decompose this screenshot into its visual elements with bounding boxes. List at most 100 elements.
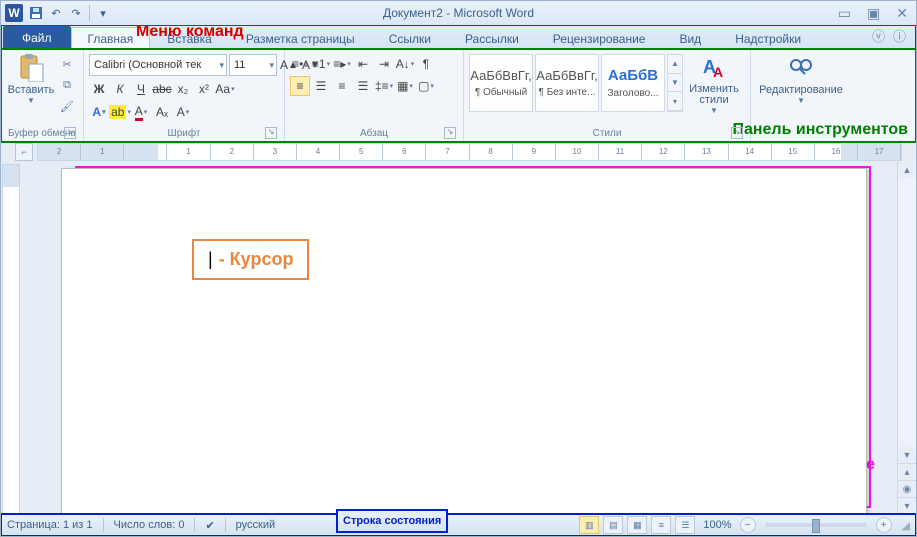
styles-launcher-icon[interactable]: ↘ xyxy=(731,127,743,139)
scroll-up-icon[interactable]: ▲ xyxy=(898,162,916,178)
editing-button[interactable]: Редактирование ▼ xyxy=(756,52,846,105)
annotation-status: Строка состояния xyxy=(337,510,447,532)
quick-access-toolbar: ↶ ↷ ▾ xyxy=(27,4,112,22)
line-spacing-button[interactable]: ‡≡ xyxy=(374,76,394,96)
vertical-ruler-area xyxy=(1,162,21,514)
font-launcher-icon[interactable]: ↘ xyxy=(265,127,277,139)
zoom-in-button[interactable]: + xyxy=(876,517,892,533)
font-size-combo[interactable]: 11 xyxy=(229,54,277,76)
help-icon[interactable]: ⓘ xyxy=(893,26,906,45)
status-page[interactable]: Страница: 1 из 1 xyxy=(7,519,93,531)
style-normal[interactable]: АаБбВвГг,¶ Обычный xyxy=(469,54,533,112)
next-page-icon[interactable]: ▾ xyxy=(898,497,916,514)
change-case-button[interactable]: Aa xyxy=(215,79,235,99)
redo-icon[interactable]: ↷ xyxy=(67,4,85,22)
tab-review[interactable]: Рецензирование xyxy=(536,27,663,49)
shading-button[interactable]: ▦ xyxy=(395,76,415,96)
svg-text:A: A xyxy=(713,64,723,80)
vertical-ruler[interactable] xyxy=(2,164,20,514)
decrease-indent-icon[interactable]: ⇤ xyxy=(353,54,373,74)
close-button[interactable]: ✕ xyxy=(896,5,908,22)
maximize-button[interactable]: ▣ xyxy=(867,5,880,22)
format-painter-icon[interactable]: 🖌 xyxy=(58,97,76,115)
align-right-icon[interactable]: ≡ xyxy=(332,76,352,96)
strikethrough-button[interactable]: abc xyxy=(152,79,172,99)
ribbon-panel: Панель инструментов Вставить ▼ ✂ ⧉ 🖌 Буф… xyxy=(1,49,916,142)
tab-mailings[interactable]: Рассылки xyxy=(448,27,536,49)
char-border-button[interactable]: A xyxy=(173,102,193,122)
tab-insert[interactable]: Вставка xyxy=(150,27,229,49)
paste-button[interactable]: Вставить ▼ xyxy=(6,52,56,105)
clear-formatting-icon[interactable]: Aₓ xyxy=(152,102,172,122)
justify-icon[interactable]: ☰ xyxy=(353,76,373,96)
title-bar: W ↶ ↷ ▾ Документ2 - Microsoft Word ▭ ▣ ✕ xyxy=(1,1,916,25)
undo-icon[interactable]: ↶ xyxy=(47,4,65,22)
show-marks-icon[interactable]: ¶ xyxy=(416,54,436,74)
underline-button[interactable]: Ч xyxy=(131,79,151,99)
vertical-scrollbar[interactable]: ▲ ▼ ▴ ◉ ▾ xyxy=(897,162,916,514)
bullets-button[interactable]: ≡• xyxy=(290,54,310,74)
style-heading1[interactable]: АаБбВЗаголово... xyxy=(601,54,665,112)
italic-button[interactable]: К xyxy=(110,79,130,99)
tab-references[interactable]: Ссылки xyxy=(372,27,448,49)
sort-button[interactable]: A↓ xyxy=(395,54,415,74)
minimize-button[interactable]: ▭ xyxy=(838,5,851,22)
change-styles-button[interactable]: AA Изменить стили ▼ xyxy=(683,52,745,115)
qat-customize-icon[interactable]: ▾ xyxy=(94,4,112,22)
style-no-spacing[interactable]: АаБбВвГг,¶ Без инте... xyxy=(535,54,599,112)
view-print-layout-icon[interactable]: ▥ xyxy=(579,516,599,534)
tab-view[interactable]: Вид xyxy=(662,27,718,49)
text-effects-button[interactable]: A xyxy=(89,102,109,122)
tab-addins[interactable]: Надстройки xyxy=(718,27,818,49)
document-area: Рабочее поле | - Курсор ▲ ▼ ▴ ◉ ▾ xyxy=(1,162,916,514)
align-center-icon[interactable]: ☰ xyxy=(311,76,331,96)
cut-icon[interactable]: ✂ xyxy=(58,55,76,73)
ruler-area: ⌐ 211234567891011121314151617 xyxy=(1,142,916,162)
horizontal-ruler[interactable]: 211234567891011121314151617 xyxy=(37,143,902,161)
tab-selector-icon[interactable]: ⌐ xyxy=(15,143,33,161)
paragraph-launcher-icon[interactable]: ↘ xyxy=(444,127,456,139)
subscript-button[interactable]: x₂ xyxy=(173,79,193,99)
borders-button[interactable]: ▢ xyxy=(416,76,436,96)
app-window: Меню команд W ↶ ↷ ▾ Документ2 - Microsof… xyxy=(0,0,917,537)
multilevel-button[interactable]: ≡▸ xyxy=(332,54,352,74)
view-draft-icon[interactable]: ☰ xyxy=(675,516,695,534)
proofing-icon[interactable]: ✔ xyxy=(205,519,214,532)
group-clipboard: Вставить ▼ ✂ ⧉ 🖌 Буфер обмена↘ xyxy=(1,50,84,141)
increase-indent-icon[interactable]: ⇥ xyxy=(374,54,394,74)
align-left-icon[interactable]: ≡ xyxy=(290,76,310,96)
superscript-button[interactable]: x² xyxy=(194,79,214,99)
browse-object-icon[interactable]: ◉ xyxy=(898,480,916,497)
numbering-button[interactable]: ≡1 xyxy=(311,54,331,74)
save-icon[interactable] xyxy=(27,4,45,22)
ribbon-minimize-icon[interactable]: ⓥ xyxy=(872,26,885,45)
clipboard-launcher-icon[interactable]: ↘ xyxy=(64,127,76,139)
view-full-screen-icon[interactable]: ▤ xyxy=(603,516,623,534)
status-language[interactable]: русский xyxy=(236,519,275,531)
status-word-count[interactable]: Число слов: 0 xyxy=(114,519,185,531)
font-name-combo[interactable]: Calibri (Основной тек xyxy=(89,54,227,76)
copy-icon[interactable]: ⧉ xyxy=(58,76,76,94)
document-page[interactable]: | - Курсор xyxy=(61,168,867,514)
zoom-level[interactable]: 100% xyxy=(703,519,731,531)
tab-home[interactable]: Главная xyxy=(71,27,151,49)
group-font: Calibri (Основной тек 11 A▲ A▼ Ж К Ч abc… xyxy=(84,50,285,141)
zoom-slider[interactable] xyxy=(766,523,866,527)
group-paragraph: ≡• ≡1 ≡▸ ⇤ ⇥ A↓ ¶ ≡ ☰ ≡ ☰ ‡≡ ▦ ▢ xyxy=(285,50,464,141)
styles-scroll[interactable]: ▲▼▾ xyxy=(667,54,683,112)
view-outline-icon[interactable]: ≡ xyxy=(651,516,671,534)
tab-file[interactable]: Файл xyxy=(3,26,71,49)
zoom-out-button[interactable]: − xyxy=(740,517,756,533)
view-web-icon[interactable]: ▦ xyxy=(627,516,647,534)
font-color-button[interactable]: A xyxy=(131,102,151,122)
bold-button[interactable]: Ж xyxy=(89,79,109,99)
ribbon-tabs: Файл Главная Вставка Разметка страницы С… xyxy=(1,25,916,49)
resize-grip-icon[interactable]: ◢ xyxy=(902,519,910,532)
group-editing: Редактирование ▼ xyxy=(751,50,851,141)
tab-page-layout[interactable]: Разметка страницы xyxy=(229,27,372,49)
cursor-annotation: | - Курсор xyxy=(192,239,309,280)
prev-page-icon[interactable]: ▴ xyxy=(898,463,916,480)
highlight-button[interactable]: ab xyxy=(110,102,130,122)
scroll-down-icon[interactable]: ▼ xyxy=(898,447,916,463)
status-bar: Строка состояния Страница: 1 из 1 Число … xyxy=(1,514,916,536)
